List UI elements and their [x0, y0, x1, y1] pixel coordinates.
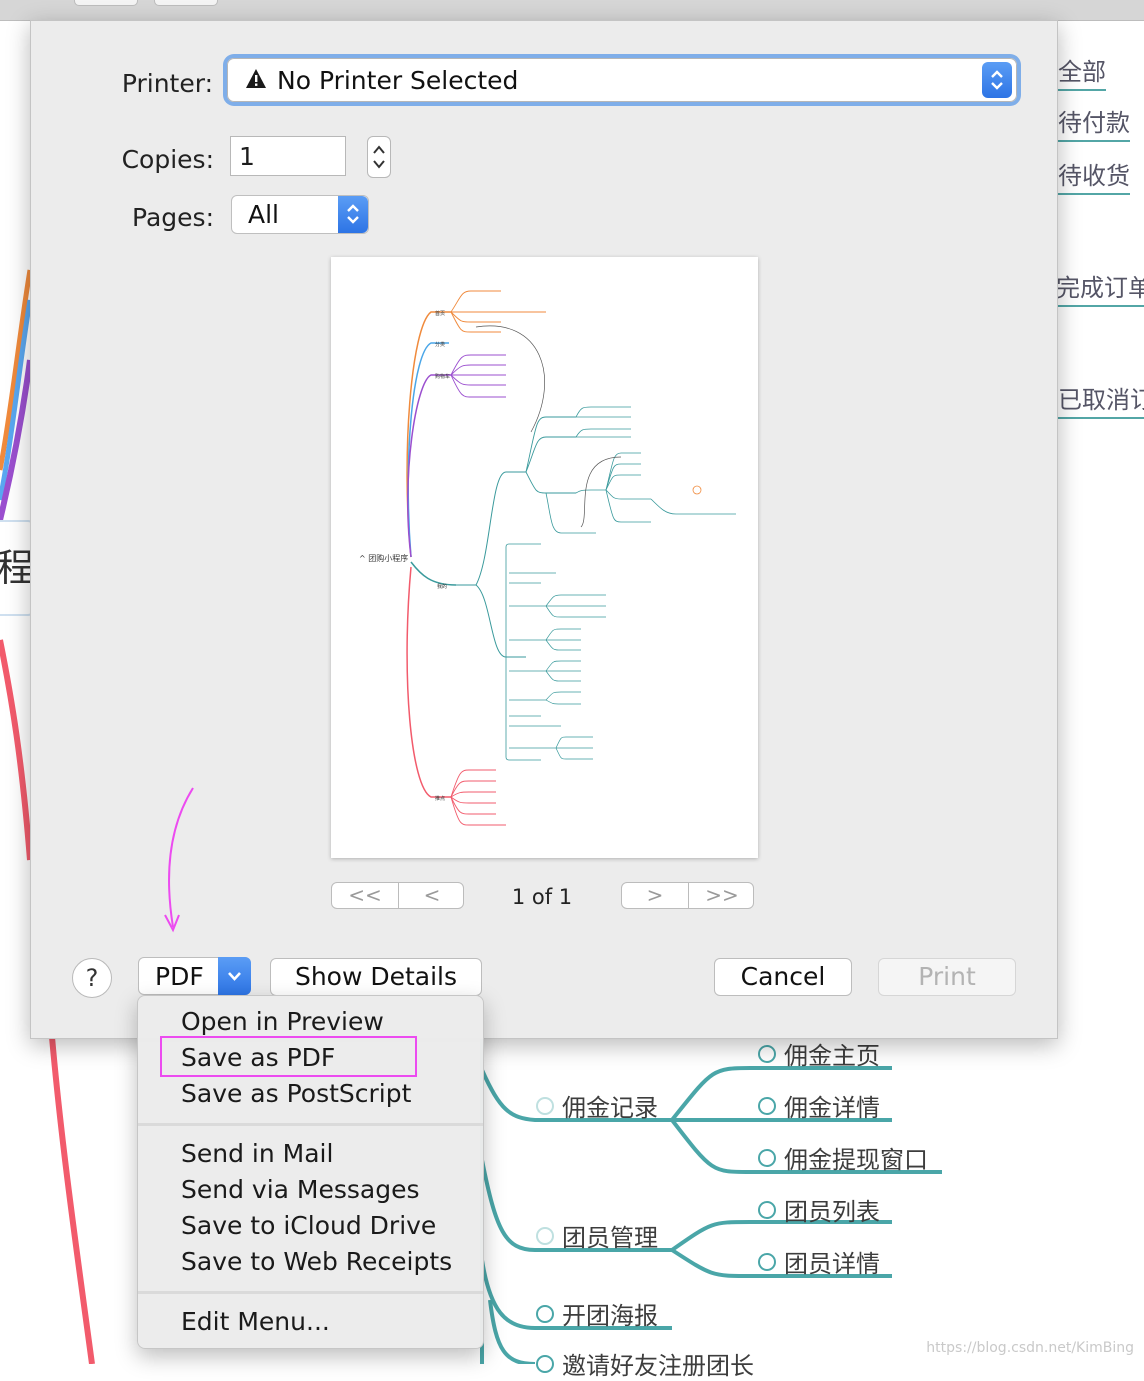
copies-input[interactable]: 1	[230, 136, 346, 176]
pages-select[interactable]: All	[231, 195, 369, 234]
print-preview-page: ^ 团购小程序 首页 分类 购物车 我的 推点	[331, 257, 758, 858]
mindmap-thumbnail: ^ 团购小程序 首页 分类 购物车 我的 推点	[359, 290, 736, 826]
chevron-updown-icon[interactable]	[338, 196, 368, 233]
tab-completed-orders[interactable]: 完成订单	[1056, 268, 1144, 307]
node-circle-icon	[758, 1149, 776, 1167]
pages-value: All	[248, 200, 279, 229]
menu-item-edit-menu[interactable]: Edit Menu...	[181, 1307, 330, 1336]
node-member-management: 团员管理	[536, 1218, 658, 1253]
copies-stepper[interactable]	[367, 136, 391, 178]
stepper-arrows-icon	[373, 145, 385, 169]
tab-cancelled-orders[interactable]: 已取消订单	[1058, 380, 1144, 419]
menu-item-send-in-mail[interactable]: Send in Mail	[181, 1139, 333, 1168]
menu-item-save-to-icloud-drive[interactable]: Save to iCloud Drive	[181, 1211, 436, 1240]
menu-separator	[138, 1291, 483, 1294]
highlight-box	[160, 1036, 417, 1077]
node-group-poster: 开团海报	[536, 1296, 658, 1331]
menu-item-save-as-postscript[interactable]: Save as PostScript	[181, 1079, 411, 1108]
node-member-detail: 团员详情	[758, 1244, 880, 1279]
node-commission-home: 佣金主页	[758, 1036, 880, 1071]
chevron-updown-icon[interactable]	[982, 62, 1012, 98]
menu-item-save-to-web-receipts[interactable]: Save to Web Receipts	[181, 1247, 452, 1276]
node-member-list: 团员列表	[758, 1192, 880, 1227]
svg-text:首页: 首页	[435, 310, 445, 317]
menu-item-send-via-messages[interactable]: Send via Messages	[181, 1175, 420, 1204]
root-node-text: 程	[0, 546, 35, 590]
nav-next-last-group: > >>	[621, 882, 754, 909]
node-circle-icon	[758, 1097, 776, 1115]
node-commission-records: 佣金记录	[536, 1088, 658, 1123]
watermark: https://blog.csdn.net/KimBing	[926, 1340, 1134, 1356]
nav-first-prev-group: << <	[331, 882, 464, 909]
svg-text:购物车: 购物车	[435, 373, 450, 380]
node-circle-icon	[758, 1045, 776, 1063]
node-circle-icon	[536, 1227, 554, 1245]
node-commission-detail: 佣金详情	[758, 1088, 880, 1123]
svg-text:推点: 推点	[435, 795, 445, 802]
first-page-button[interactable]: <<	[332, 883, 398, 908]
menu-item-open-in-preview[interactable]: Open in Preview	[181, 1007, 384, 1036]
pdf-menu-button[interactable]: PDF	[138, 957, 251, 995]
svg-text:分类: 分类	[435, 341, 445, 348]
svg-text:我的: 我的	[437, 583, 447, 590]
warning-icon	[246, 69, 266, 88]
cancel-button[interactable]: Cancel	[714, 958, 852, 996]
prev-page-button[interactable]: <	[399, 883, 465, 908]
svg-text:^ 团购小程序: ^ 团购小程序	[359, 553, 408, 563]
node-commission-withdraw: 佣金提现窗口	[758, 1140, 928, 1175]
annotation-arrow-icon	[164, 787, 194, 933]
pdf-label: PDF	[155, 962, 204, 991]
tab-pending-payment[interactable]: 待付款	[1058, 103, 1130, 142]
printer-label: Printer:	[121, 69, 213, 98]
node-circle-icon	[536, 1305, 554, 1323]
next-page-button[interactable]: >	[622, 883, 688, 908]
printer-value: No Printer Selected	[277, 66, 519, 95]
printer-select[interactable]: No Printer Selected	[227, 58, 1017, 102]
tab-pending-receipt[interactable]: 待收货	[1058, 156, 1130, 195]
chevron-down-icon[interactable]	[218, 957, 251, 995]
pages-label: Pages:	[132, 203, 214, 232]
last-page-button[interactable]: >>	[689, 883, 755, 908]
menu-separator	[138, 1123, 483, 1126]
root-node-fragment: 程	[0, 520, 34, 616]
node-circle-icon	[758, 1253, 776, 1271]
show-details-button[interactable]: Show Details	[270, 958, 482, 996]
print-button[interactable]: Print	[878, 958, 1016, 996]
node-circle-icon	[758, 1201, 776, 1219]
page-indicator: 1 of 1	[511, 885, 573, 909]
node-circle-icon	[536, 1097, 554, 1115]
help-button[interactable]: ?	[72, 958, 112, 998]
tab-all[interactable]: 全部	[1058, 52, 1106, 91]
node-circle-icon	[536, 1355, 554, 1373]
copies-label: Copies:	[121, 145, 214, 174]
